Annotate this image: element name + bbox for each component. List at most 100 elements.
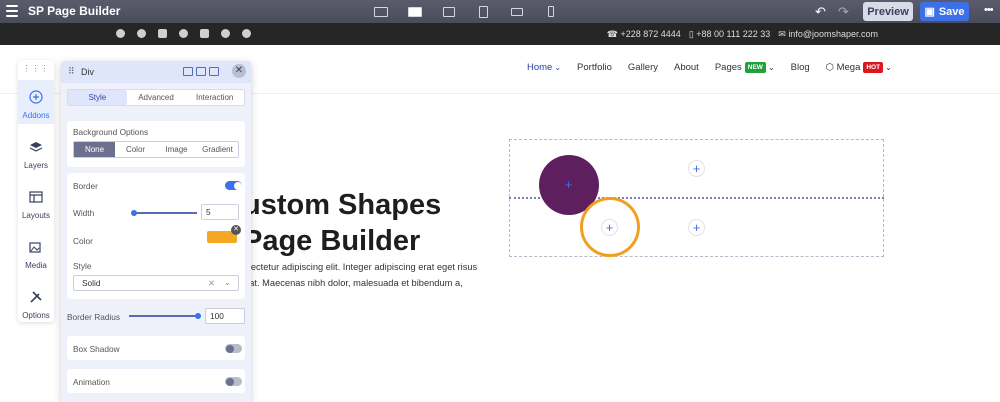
site-topbar: ☎ +228 872 4444 ▯ +88 00 111 222 33 ✉ in… [0,23,1000,45]
add-addon-icon[interactable]: + [601,219,618,236]
clear-color-icon[interactable]: ✕ [231,225,241,235]
radius-slider-track[interactable] [129,315,199,317]
save-button[interactable]: ▣ Save [920,2,969,21]
save-label: Save [938,5,965,18]
sidebar-item-layers[interactable]: Layers [18,130,54,174]
bg-option-color[interactable]: Color [115,142,156,157]
border-label: Border [73,181,98,191]
drag-handle-icon[interactable]: ⠿ [68,66,75,77]
color-label: Color [73,236,93,246]
chevron-down-icon: ⌄ [885,63,892,72]
bg-option-gradient[interactable]: Gradient [197,142,238,157]
dock-left-icon[interactable] [196,67,206,76]
hero-text: nsectetur adipiscing elit. Integer adipi… [241,262,478,288]
panel-header[interactable]: ⠿ Div ✕ [61,61,251,83]
animation-toggle[interactable] [225,377,242,386]
nav-about[interactable]: About [674,62,699,73]
border-style-select[interactable]: Solid ✕ ⌄ [73,275,239,291]
border-card: Border Width 5 Color ✕ Style Solid ✕ ⌄ [67,173,245,299]
layers-icon [29,142,43,152]
background-type-selector: None Color Image Gradient [73,141,239,158]
tab-interaction[interactable]: Interaction [185,90,244,105]
tab-advanced[interactable]: Advanced [127,90,186,105]
desktop-icon[interactable] [398,3,432,20]
add-circle-icon [29,90,43,104]
nav-mega[interactable]: ⬡ Mega HOT ⌄ [826,61,892,73]
more-dots-icon[interactable]: ••• [984,4,994,16]
media-icon [29,242,41,253]
mobile-icon[interactable] [534,3,568,20]
nav-blog[interactable]: Blog [791,62,810,73]
youtube-icon[interactable] [179,29,188,38]
dock-right-icon[interactable] [209,67,219,76]
social-links [116,29,251,38]
app-title: SP Page Builder [28,4,121,18]
add-addon-icon[interactable]: + [688,219,705,236]
phone-1[interactable]: ☎ +228 872 4444 [607,29,681,40]
panel-tabs: Style Advanced Interaction [67,89,245,106]
box-shadow-card: Box Shadow [67,336,245,360]
linkedin-icon[interactable] [200,29,209,38]
animation-card: Animation [67,369,245,393]
tablet-icon[interactable] [466,3,500,20]
flickr-icon[interactable] [242,29,251,38]
laptop-icon[interactable] [432,3,466,20]
facebook-icon[interactable] [116,29,125,38]
phone-2[interactable]: ▯ +88 00 111 222 33 [689,29,770,40]
tools-icon [30,291,42,303]
redo-icon[interactable]: ↷ [838,4,849,20]
contact-info: ☎ +228 872 4444 ▯ +88 00 111 222 33 ✉ in… [607,29,878,40]
hero-title: ustom Shapes Page Builder [243,189,442,257]
detach-icon[interactable] [183,67,193,76]
undo-icon[interactable]: ↶ [815,4,826,20]
twitter-icon[interactable] [137,29,146,38]
width-slider-handle[interactable] [131,210,137,216]
menu-icon[interactable] [6,5,18,17]
border-toggle[interactable] [225,181,242,190]
sidebar-item-layouts[interactable]: Layouts [18,180,54,224]
chevron-down-icon: ⌄ [224,278,231,287]
tab-style[interactable]: Style [68,90,127,105]
email-link[interactable]: ✉ info@joomshaper.com [778,29,878,40]
sidebar-item-options[interactable]: Options [18,280,54,324]
chevron-down-icon: ⌄ [767,63,775,72]
device-switcher [364,3,568,20]
clear-icon: ✕ [208,278,215,288]
hot-badge: HOT [863,61,884,73]
border-radius-label: Border Radius [67,312,121,322]
sidebar-item-media[interactable]: Media [18,230,54,274]
instagram-icon[interactable] [221,29,230,38]
box-shadow-label: Box Shadow [73,344,120,354]
background-options-label: Background Options [73,127,149,137]
panel-title: Div [81,67,94,77]
nav-pages[interactable]: Pages NEW ⌄ [715,61,775,73]
width-slider-track[interactable] [133,212,197,214]
tablet-landscape-icon[interactable] [500,3,534,20]
border-radius-row: Border Radius 100 [67,305,245,327]
pinterest-icon[interactable] [158,29,167,38]
nav-home[interactable]: Home ⌄ [527,62,561,73]
builder-toolbar: SP Page Builder ↶ ↷ Preview ▣ Save ••• [0,0,1000,23]
add-addon-icon[interactable]: + [688,160,705,177]
width-input[interactable]: 5 [201,204,239,220]
box-shadow-toggle[interactable] [225,344,242,353]
bg-option-image[interactable]: Image [156,142,197,157]
builder-sidebar: ⋮⋮⋮ Addons Layers Layouts Media Options [18,60,54,322]
nav-gallery[interactable]: Gallery [628,62,658,73]
nav-portfolio[interactable]: Portfolio [577,62,612,73]
layouts-icon [29,191,43,203]
bg-option-none[interactable]: None [74,142,115,157]
div-settings-panel: ⠿ Div ✕ Style Advanced Interaction Backg… [61,61,251,402]
radius-input[interactable]: 100 [205,308,245,324]
width-label: Width [73,208,95,218]
radius-slider-handle[interactable] [195,313,201,319]
sidebar-item-addons[interactable]: Addons [18,80,54,124]
close-icon[interactable]: ✕ [232,64,246,78]
desktop-large-icon[interactable] [364,3,398,20]
chevron-down-icon: ⌄ [554,63,562,72]
preview-button[interactable]: Preview [863,2,913,21]
panel-view-toggles [183,67,219,76]
drag-handle-icon[interactable]: ⋮⋮⋮ [18,64,54,73]
background-options-card: Background Options None Color Image Grad… [67,121,245,167]
add-addon-icon[interactable]: + [560,177,577,194]
